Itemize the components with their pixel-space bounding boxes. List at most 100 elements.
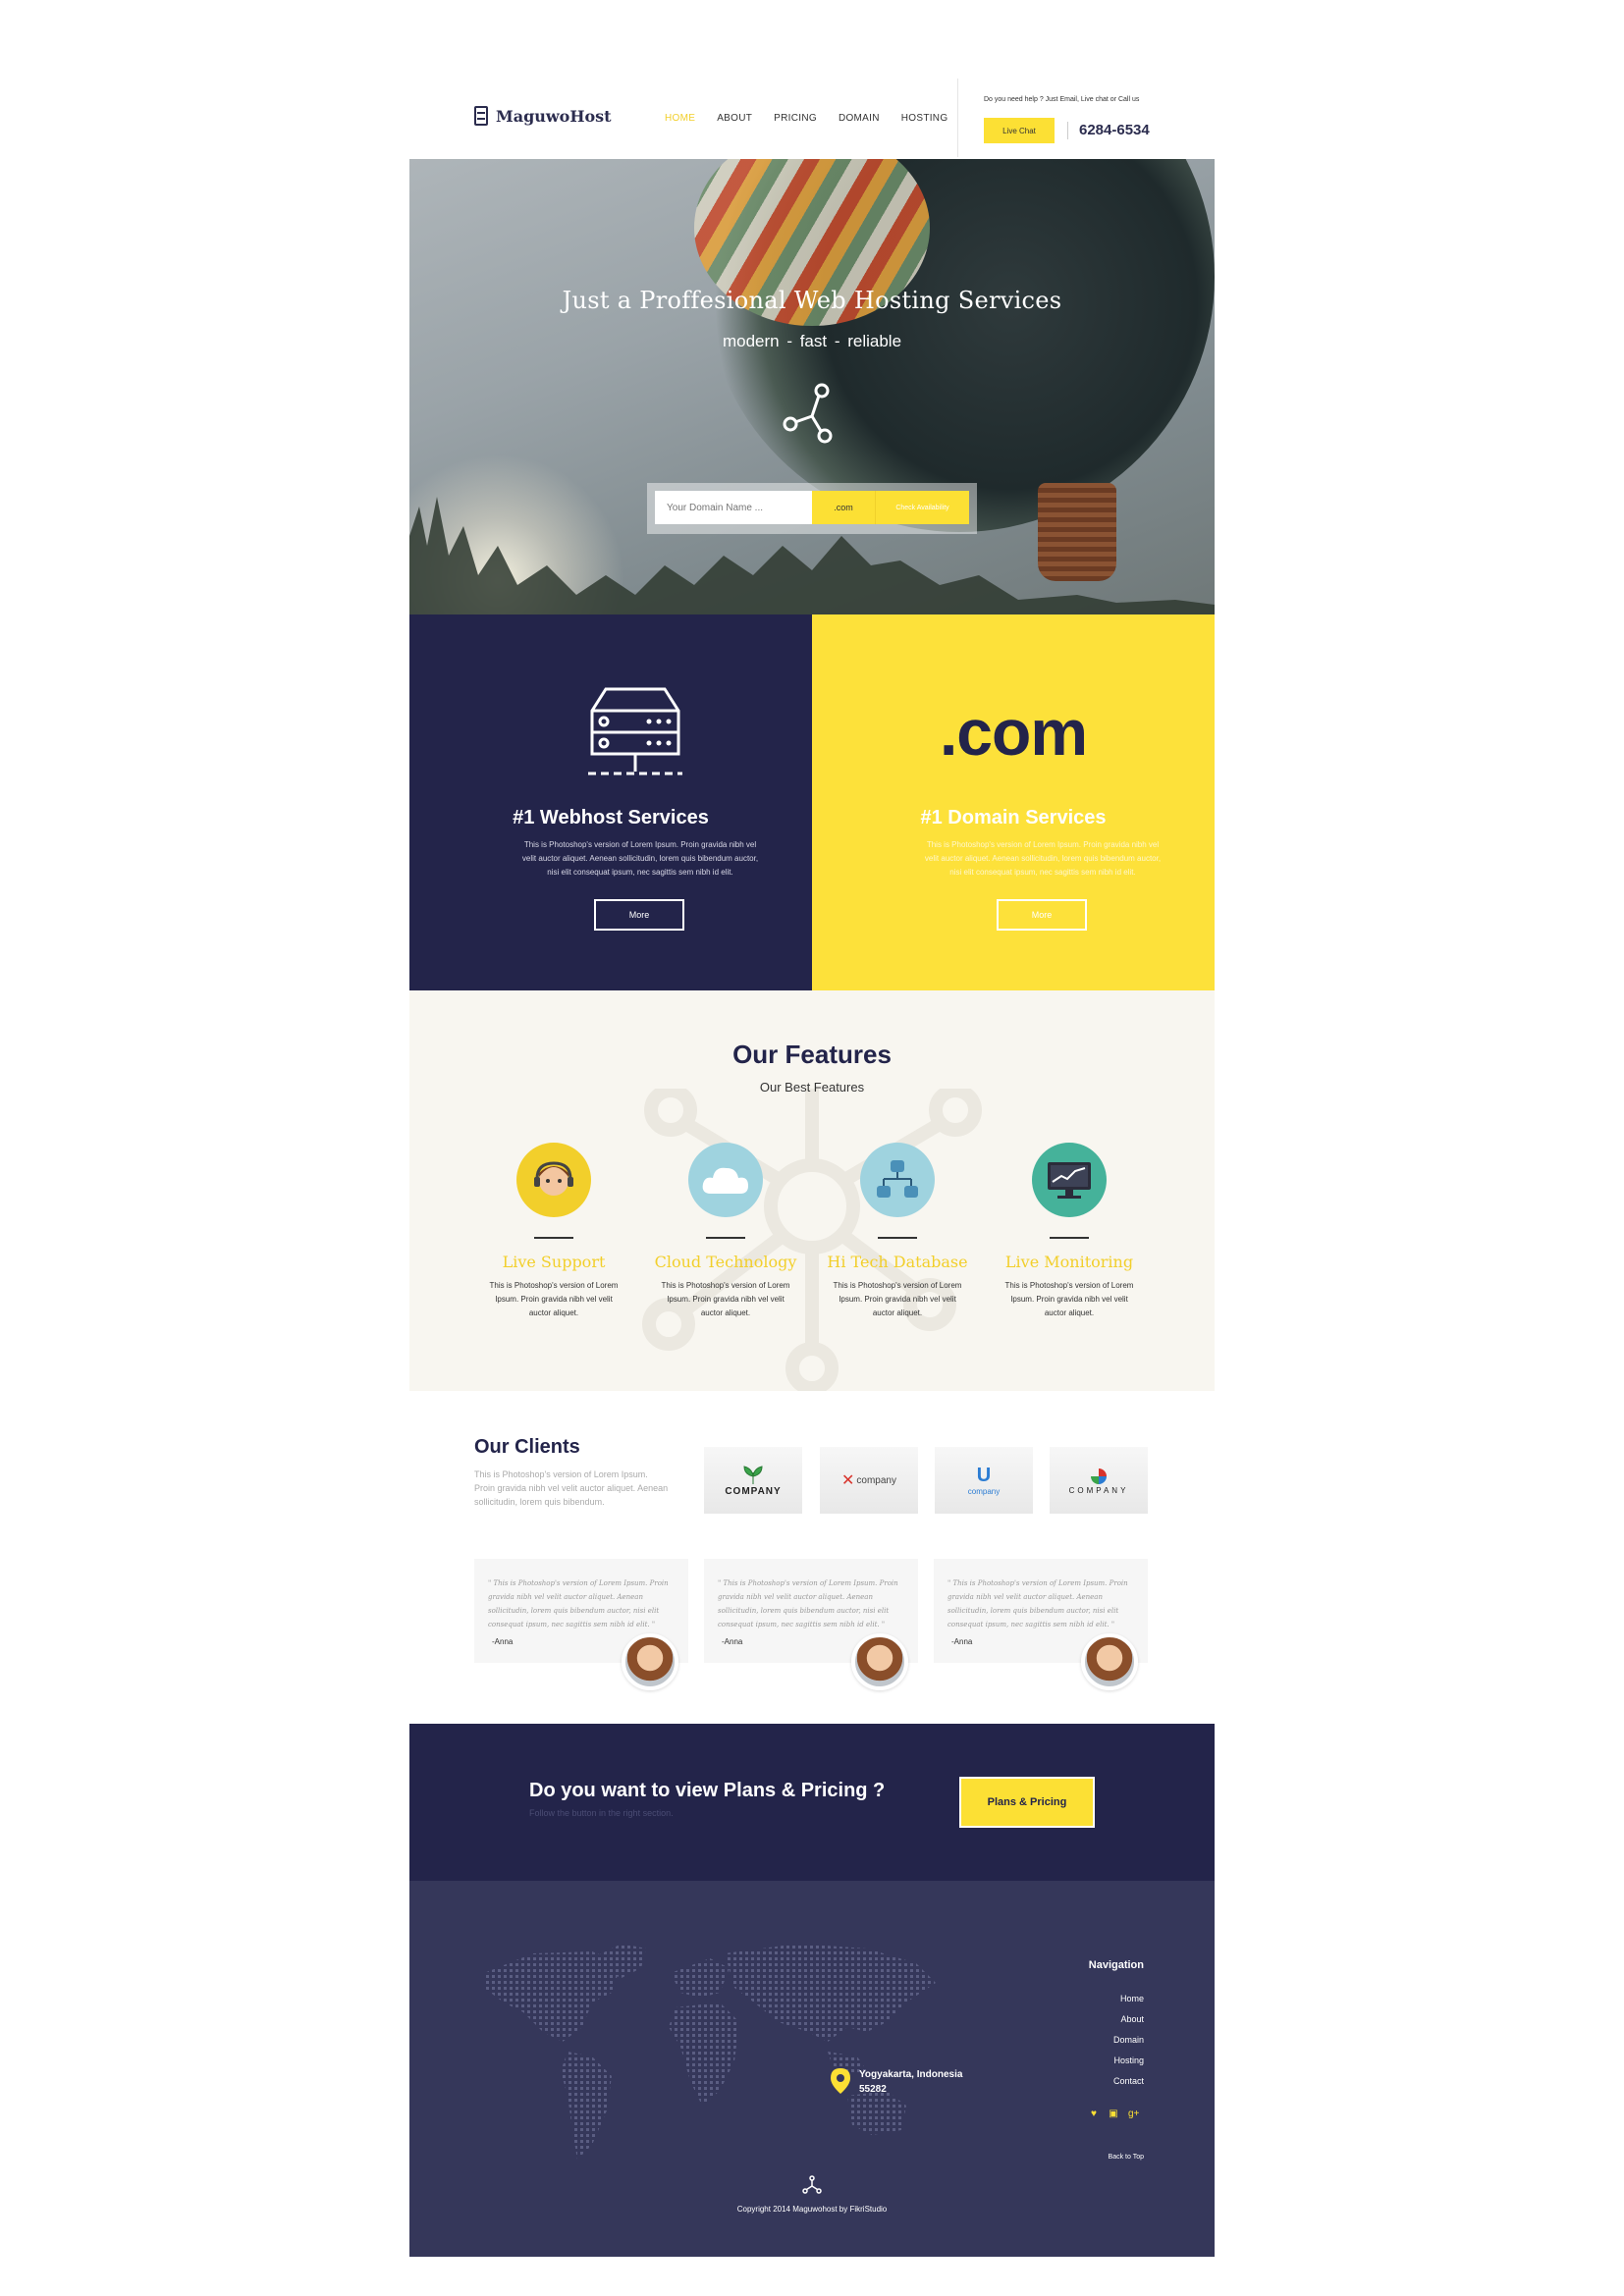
webhost-more-button[interactable]: More — [594, 899, 684, 931]
feature-hi-tech-database: Hi Tech Database This is Photoshop's ver… — [824, 1143, 971, 1320]
footer-nav: Home About Domain Hosting Contact — [999, 1989, 1144, 2092]
live-chat-button[interactable]: Live Chat — [984, 118, 1055, 143]
feature-text: This is Photoshop's version of Lorem Ips… — [833, 1281, 962, 1317]
client-logo-label: company — [856, 1474, 896, 1486]
avatar — [622, 1633, 678, 1690]
testimonial-author: -Anna — [951, 1637, 973, 1646]
testimonial-card: " This is Photoshop's version of Lorem I… — [474, 1559, 688, 1690]
testimonial-quote: " This is Photoshop's version of Lorem I… — [947, 1579, 1128, 1629]
hero-title: Just a Proffesional Web Hosting Services — [562, 287, 1062, 314]
help-text: Do you need help ? Just Email, Live chat… — [984, 96, 1140, 103]
testimonial-author: -Anna — [722, 1637, 743, 1646]
testimonial-quote: " This is Photoshop's version of Lorem I… — [718, 1579, 898, 1629]
feature-divider — [706, 1237, 745, 1239]
footer-nav-domain[interactable]: Domain — [999, 2030, 1144, 2051]
world-map-dotted — [484, 1944, 936, 2160]
feature-divider — [534, 1237, 573, 1239]
feature-name: Hi Tech Database — [827, 1253, 968, 1271]
client-logo-label: company — [967, 1487, 1001, 1496]
client-logo-2[interactable]: ✕ company — [820, 1447, 918, 1514]
features-title: Our Features — [732, 1040, 892, 1069]
network-logo-icon — [802, 2175, 822, 2194]
feature-live-support: Live Support This is Photoshop's version… — [480, 1143, 627, 1320]
domain-more-button[interactable]: More — [997, 899, 1087, 931]
feature-text: This is Photoshop's version of Lorem Ips… — [661, 1281, 790, 1317]
footer-nav-hosting[interactable]: Hosting — [999, 2051, 1144, 2071]
u-logo-icon: U — [976, 1465, 992, 1486]
location-pin-icon — [831, 2068, 850, 2094]
header: MaguwoHost HOME ABOUT PRICING DOMAIN HOS… — [409, 0, 1215, 159]
location-city: Yogyakarta, Indonesia — [859, 2069, 963, 2080]
back-to-top-link[interactable]: Back to Top — [1067, 2154, 1144, 2161]
domain-text: This is Photoshop's version of Lorem Ips… — [924, 840, 1162, 877]
footer-nav-contact[interactable]: Contact — [999, 2071, 1144, 2092]
brand-name: MaguwoHost — [496, 106, 612, 126]
services-section: #1 Webhost Services This is Photoshop's … — [409, 614, 1215, 990]
avatar — [851, 1633, 908, 1690]
feature-divider — [878, 1237, 917, 1239]
location-text: Yogyakarta, Indonesia 55282 — [859, 2067, 962, 2097]
nav-about[interactable]: ABOUT — [717, 113, 752, 124]
database-icon — [860, 1143, 935, 1217]
feature-name: Live Support — [502, 1253, 606, 1271]
testimonial-quote: " This is Photoshop's version of Lorem I… — [488, 1579, 669, 1629]
client-logo-1[interactable]: COMPANY — [704, 1447, 802, 1514]
avatar — [1081, 1633, 1138, 1690]
domain-title: #1 Domain Services — [920, 807, 1107, 828]
footer-nav-about[interactable]: About — [999, 2009, 1144, 2030]
twitter-icon[interactable]: ♥ — [1089, 2109, 1099, 2119]
domain-search: .com Check Availability — [647, 483, 977, 534]
google-plus-icon[interactable]: g+ — [1128, 2109, 1139, 2119]
footer-nav-title: Navigation — [1088, 1959, 1144, 1971]
testimonial-card: " This is Photoshop's version of Lorem I… — [704, 1559, 918, 1690]
domain-service-panel: .com #1 Domain Services This is Photosho… — [812, 614, 1215, 990]
testimonial-card: " This is Photoshop's version of Lorem I… — [934, 1559, 1148, 1690]
hero-subtitle: modern - fast - reliable — [722, 332, 902, 350]
feature-text: This is Photoshop's version of Lorem Ips… — [1004, 1281, 1134, 1317]
tld-dropdown[interactable]: .com — [812, 491, 875, 524]
nav-hosting[interactable]: HOSTING — [901, 113, 948, 124]
server-logo-icon — [474, 106, 488, 126]
footer-nav-home[interactable]: Home — [999, 1989, 1144, 2009]
client-logo-3[interactable]: U company — [935, 1447, 1033, 1514]
webhost-service-panel: #1 Webhost Services This is Photoshop's … — [409, 614, 812, 990]
feature-text: This is Photoshop's version of Lorem Ips… — [489, 1281, 619, 1317]
pricing-cta-section: Do you want to view Plans & Pricing ? Fo… — [409, 1724, 1215, 1881]
copyright-text: Copyright 2014 Maguwohost by FikriStudio — [736, 2205, 888, 2214]
main-nav: HOME ABOUT PRICING DOMAIN HOSTING — [665, 113, 947, 124]
nav-home[interactable]: HOME — [665, 113, 695, 124]
testimonial-author: -Anna — [492, 1637, 514, 1646]
cloud-icon — [688, 1143, 763, 1217]
brand-logo[interactable]: MaguwoHost — [474, 106, 612, 126]
server-icon — [588, 687, 682, 775]
swirl-logo-icon — [1091, 1468, 1107, 1484]
features-section: Our Features Our Best Features Live Supp… — [409, 990, 1215, 1391]
location-postcode: 55282 — [859, 2084, 887, 2095]
monitor-icon — [1032, 1143, 1107, 1217]
phone-divider — [1067, 122, 1068, 139]
feature-name: Cloud Technology — [654, 1253, 797, 1271]
plans-pricing-button[interactable]: Plans & Pricing — [959, 1777, 1095, 1828]
feature-live-monitoring: Live Monitoring This is Photoshop's vers… — [996, 1143, 1143, 1320]
webhost-text: This is Photoshop's version of Lorem Ips… — [521, 840, 759, 877]
social-links: ♥ ▣ g+ — [1089, 2109, 1139, 2119]
nav-domain[interactable]: DOMAIN — [839, 113, 880, 124]
domain-search-input[interactable] — [655, 491, 812, 524]
header-divider — [957, 79, 958, 157]
x-logo-icon: ✕ — [841, 1472, 855, 1489]
dot-com-label: .com — [939, 696, 1088, 769]
check-availability-button[interactable]: Check Availability — [875, 491, 969, 524]
clients-title: Our Clients — [474, 1436, 580, 1458]
headset-icon — [516, 1143, 591, 1217]
phone-number[interactable]: 6284-6534 — [1079, 122, 1150, 138]
footer: Yogyakarta, Indonesia 55282 Navigation H… — [409, 1881, 1215, 2257]
nav-pricing[interactable]: PRICING — [774, 113, 817, 124]
cta-subtitle: Follow the button in the right section. — [529, 1808, 674, 1818]
webhost-title: #1 Webhost Services — [513, 807, 709, 828]
cta-title: Do you want to view Plans & Pricing ? — [529, 1780, 886, 1801]
clients-text: This is Photoshop's version of Lorem Ips… — [474, 1469, 669, 1507]
instagram-icon[interactable]: ▣ — [1109, 2109, 1118, 2119]
feature-divider — [1050, 1237, 1089, 1239]
client-logo-label: COMPANY — [1068, 1485, 1129, 1495]
client-logo-4[interactable]: COMPANY — [1050, 1447, 1148, 1514]
